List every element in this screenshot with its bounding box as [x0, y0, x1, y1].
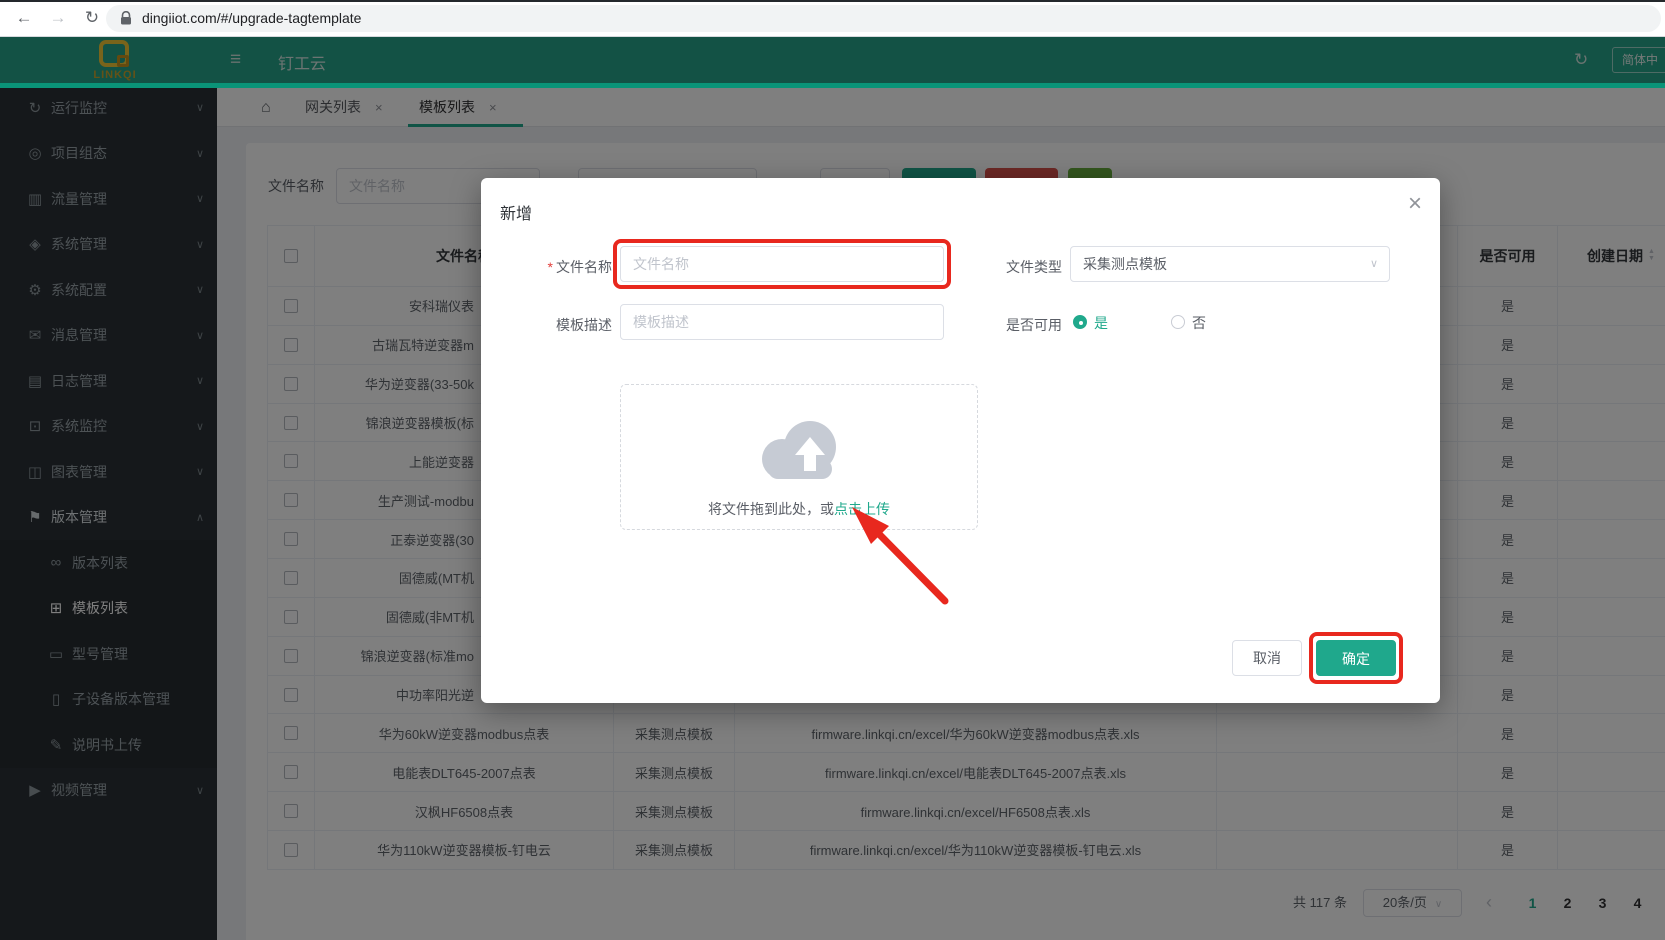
confirm-button[interactable]: 确定 — [1316, 640, 1396, 676]
available-no-label[interactable]: 否 — [1192, 315, 1206, 331]
url-text[interactable]: dingiiot.com/#/upgrade-tagtemplate — [142, 5, 361, 32]
window-edge — [0, 0, 1665, 2]
description-label: 模板描述 — [481, 315, 612, 335]
upload-text: 将文件拖到此处，或 — [708, 501, 834, 517]
chevron-down-icon: ∨ — [1370, 247, 1378, 281]
available-yes-label[interactable]: 是 — [1094, 315, 1108, 331]
upload-cloud-icon — [756, 417, 842, 481]
progress-line — [0, 83, 1665, 88]
upload-link[interactable]: 点击上传 — [834, 501, 890, 517]
cancel-button[interactable]: 取消 — [1232, 640, 1302, 676]
available-label: 是否可用 — [932, 315, 1062, 335]
available-yes-radio[interactable] — [1073, 315, 1087, 329]
available-no-radio[interactable] — [1171, 315, 1185, 329]
file-type-select[interactable]: 采集测点模板 ∨ — [1070, 246, 1390, 282]
lock-icon — [120, 11, 132, 31]
file-name-label: *文件名称 — [481, 257, 612, 277]
browser-forward-icon[interactable]: → — [46, 6, 70, 30]
screen: ← → ↻ dingiiot.com/#/upgrade-tagtemplate… — [0, 0, 1665, 940]
dialog-title: 新增 — [500, 200, 532, 224]
address-bar[interactable]: dingiiot.com/#/upgrade-tagtemplate — [106, 5, 1661, 32]
add-dialog: 新增 × *文件名称 文件名称 文件类型 采集测点模板 ∨ 模板描述 模板描述 … — [481, 178, 1440, 703]
required-mark: * — [548, 259, 553, 275]
description-input[interactable]: 模板描述 — [620, 304, 944, 340]
file-type-label: 文件类型 — [932, 257, 1062, 277]
browser-toolbar: ← → ↻ dingiiot.com/#/upgrade-tagtemplate — [0, 0, 1665, 37]
browser-reload-icon[interactable]: ↻ — [80, 6, 104, 30]
browser-back-icon[interactable]: ← — [12, 6, 36, 30]
file-name-input[interactable]: 文件名称 — [620, 246, 944, 282]
close-icon[interactable]: × — [1408, 192, 1422, 216]
upload-dropzone[interactable]: 将文件拖到此处，或点击上传 — [620, 384, 978, 530]
